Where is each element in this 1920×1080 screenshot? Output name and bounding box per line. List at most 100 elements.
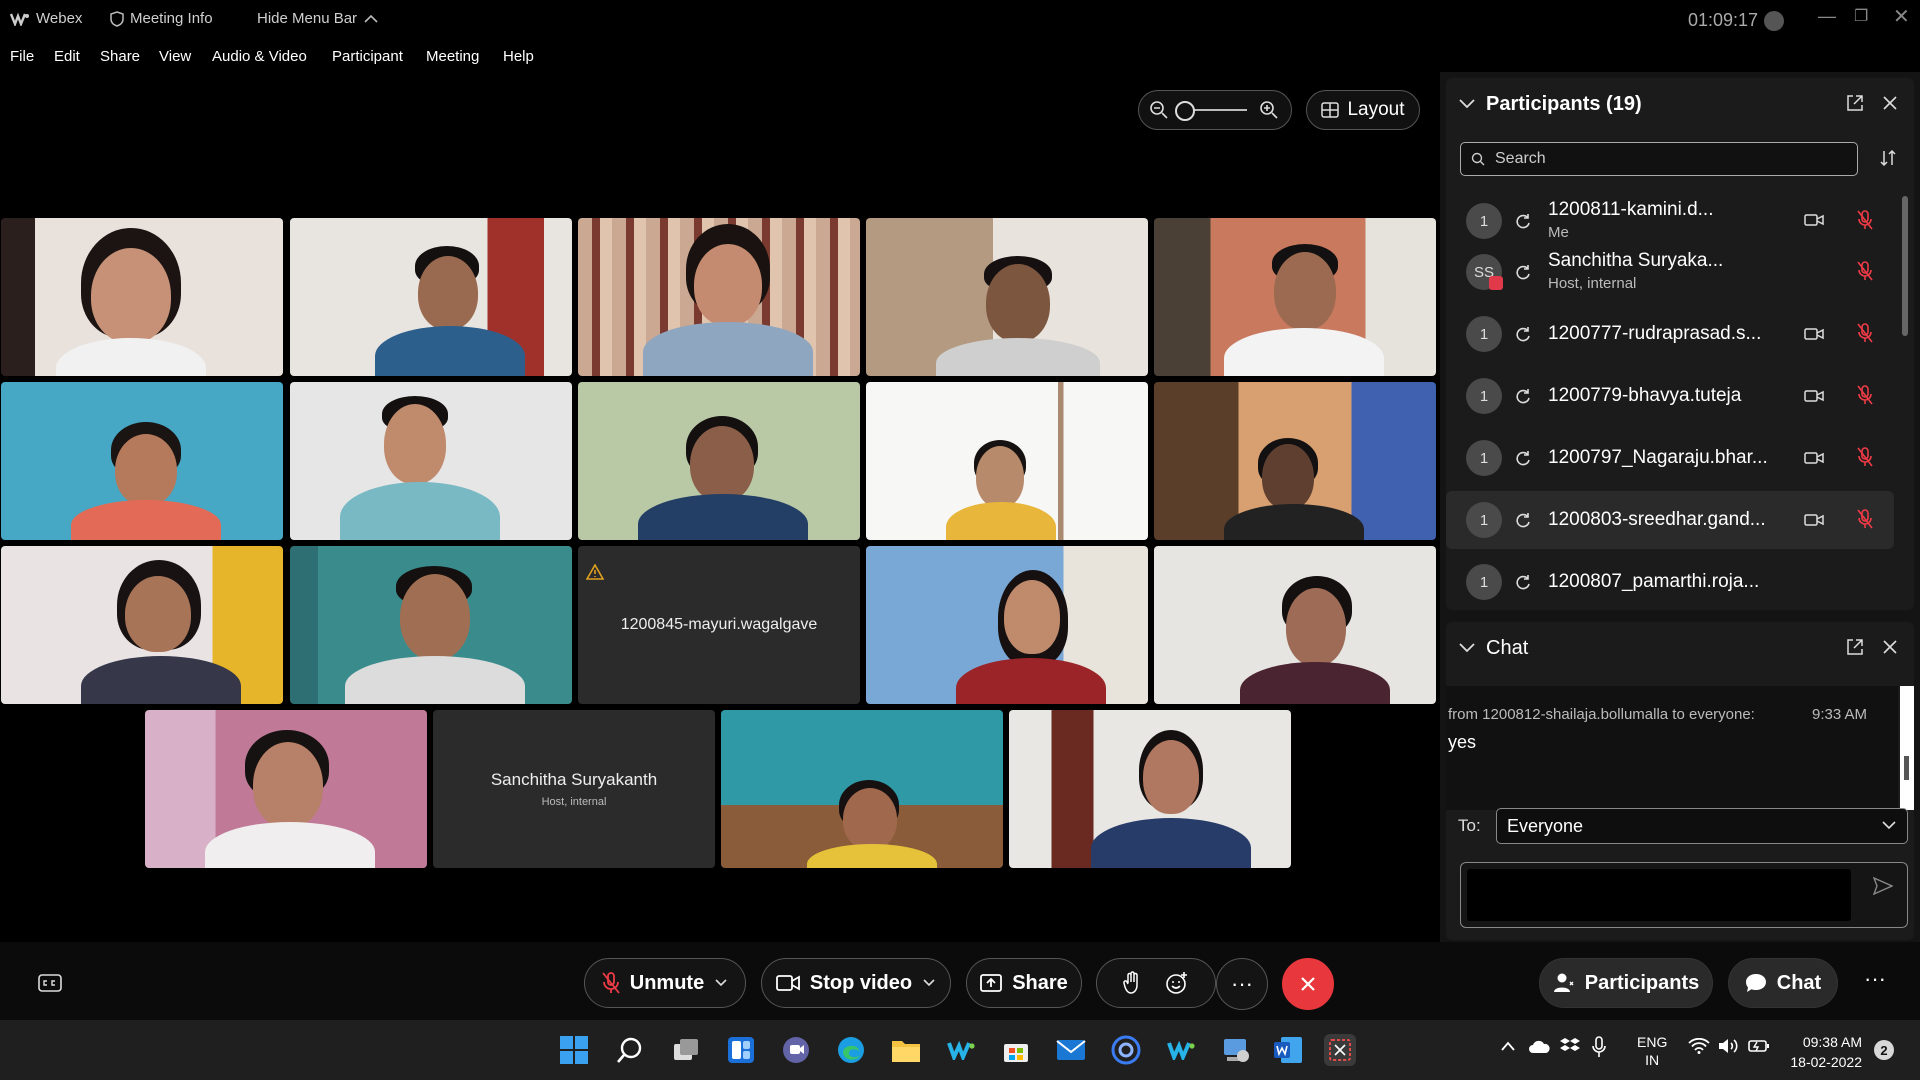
- close-icon[interactable]: [1882, 639, 1898, 655]
- battery-icon[interactable]: [1748, 1038, 1770, 1054]
- video-tile[interactable]: [721, 710, 1003, 868]
- microsoft-store-icon[interactable]: [1000, 1034, 1032, 1066]
- emoji-reaction-icon[interactable]: [1165, 971, 1189, 995]
- title-bar: Webex Meeting Info Hide Menu Bar 01:09:1…: [0, 0, 1920, 42]
- participant-row[interactable]: 1 1200803-sreedhar.gand...: [1446, 491, 1894, 549]
- input-language-indicator[interactable]: ENG IN: [1637, 1033, 1667, 1069]
- unmute-button[interactable]: Unmute: [584, 958, 746, 1008]
- chevron-up-icon[interactable]: [1500, 1040, 1516, 1052]
- video-tile[interactable]: [866, 546, 1148, 704]
- chevron-down-icon[interactable]: [922, 978, 936, 988]
- wifi-icon[interactable]: [1688, 1038, 1710, 1054]
- video-tile[interactable]: [1154, 546, 1436, 704]
- video-tile-avatar-only[interactable]: Sanchitha Suryakanth Host, internal: [433, 710, 715, 868]
- pop-out-icon[interactable]: [1846, 94, 1864, 112]
- snipping-tool-icon[interactable]: [1324, 1034, 1356, 1066]
- participants-search-input[interactable]: Search: [1460, 142, 1858, 176]
- participant-row[interactable]: 1 1200777-rudraprasad.s...: [1446, 305, 1894, 363]
- chat-scrollbar[interactable]: [1900, 686, 1914, 810]
- raise-hand-icon[interactable]: [1123, 971, 1141, 995]
- search-icon[interactable]: [614, 1034, 646, 1066]
- close-window-button[interactable]: ✕: [1893, 4, 1910, 29]
- hide-menu-bar-button[interactable]: Hide Menu Bar: [257, 10, 379, 27]
- browser-app-icon[interactable]: [1110, 1034, 1142, 1066]
- minimize-button[interactable]: —: [1818, 6, 1836, 27]
- edge-browser-icon[interactable]: [835, 1034, 867, 1066]
- menu-share[interactable]: Share: [100, 48, 140, 65]
- participants-toggle-button[interactable]: Participants: [1539, 958, 1713, 1008]
- menu-participant[interactable]: Participant: [332, 48, 403, 65]
- video-tile-avatar-only[interactable]: 1200845-mayuri.wagalgave: [578, 546, 860, 704]
- menu-help[interactable]: Help: [503, 48, 534, 65]
- chat-input-box[interactable]: [1460, 862, 1908, 928]
- chat-recipient-select[interactable]: Everyone: [1496, 808, 1908, 844]
- zoom-in-icon[interactable]: [1259, 100, 1279, 120]
- video-tile[interactable]: [866, 382, 1148, 540]
- video-tile[interactable]: [1, 546, 283, 704]
- share-button[interactable]: Share: [966, 958, 1082, 1008]
- close-icon[interactable]: [1882, 95, 1898, 111]
- video-tile[interactable]: [1154, 218, 1436, 376]
- chat-toggle-button[interactable]: Chat: [1728, 958, 1838, 1008]
- participants-scrollbar[interactable]: [1900, 190, 1910, 600]
- stop-video-button[interactable]: Stop video: [761, 958, 951, 1008]
- pop-out-icon[interactable]: [1846, 638, 1864, 656]
- scrollbar-thumb[interactable]: [1904, 756, 1909, 780]
- system-clock[interactable]: 09:38 AM 18-02-2022: [1782, 1032, 1862, 1072]
- video-tile[interactable]: [1154, 382, 1436, 540]
- menu-view[interactable]: View: [159, 48, 191, 65]
- volume-icon[interactable]: [1718, 1038, 1740, 1054]
- more-panels-button[interactable]: ···: [1864, 966, 1886, 992]
- send-icon[interactable]: [1873, 877, 1893, 895]
- start-icon[interactable]: [558, 1034, 590, 1066]
- webex-taskbar-icon[interactable]: [945, 1034, 977, 1066]
- sort-icon[interactable]: [1878, 148, 1898, 168]
- leave-meeting-button[interactable]: [1282, 958, 1334, 1010]
- video-tile[interactable]: [1, 382, 283, 540]
- onedrive-cloud-icon[interactable]: [1528, 1040, 1550, 1054]
- video-tile[interactable]: [290, 382, 572, 540]
- menu-file[interactable]: File: [10, 48, 34, 65]
- webex-meetings-icon[interactable]: [1165, 1034, 1197, 1066]
- scrollbar-thumb[interactable]: [1902, 196, 1908, 336]
- layout-button[interactable]: Layout: [1306, 90, 1420, 130]
- chevron-down-icon[interactable]: [714, 978, 728, 988]
- video-tile[interactable]: [145, 710, 427, 868]
- participant-row[interactable]: 1 1200811-kamini.d... Me: [1446, 192, 1894, 250]
- dropbox-icon[interactable]: [1560, 1037, 1580, 1055]
- menu-audio-video[interactable]: Audio & Video: [212, 48, 307, 65]
- notification-count-badge[interactable]: 2: [1874, 1040, 1894, 1060]
- zoom-out-icon[interactable]: [1149, 100, 1169, 120]
- microphone-icon[interactable]: [1592, 1036, 1606, 1058]
- app-title: Webex: [10, 10, 82, 27]
- menu-meeting[interactable]: Meeting: [426, 48, 479, 65]
- teams-chat-icon[interactable]: [780, 1034, 812, 1066]
- video-tile[interactable]: [1, 218, 283, 376]
- video-tile[interactable]: [290, 218, 572, 376]
- video-tile[interactable]: [578, 382, 860, 540]
- video-tile[interactable]: [1009, 710, 1291, 868]
- video-tile[interactable]: [290, 546, 572, 704]
- participant-row[interactable]: 1 1200797_Nagaraju.bhar...: [1446, 429, 1894, 487]
- task-view-icon[interactable]: [670, 1034, 702, 1066]
- video-tile[interactable]: [578, 218, 860, 376]
- chat-message-input[interactable]: [1467, 869, 1851, 921]
- participant-row[interactable]: 1 1200807_pamarthi.roja...: [1446, 553, 1894, 604]
- chevron-down-icon[interactable]: [1458, 98, 1476, 110]
- video-tile[interactable]: [866, 218, 1148, 376]
- widgets-icon[interactable]: [725, 1034, 757, 1066]
- chat-messages: from 1200812-shailaja.bollumalla to ever…: [1446, 686, 1898, 810]
- word-icon[interactable]: [1272, 1034, 1304, 1066]
- participant-row[interactable]: SS Sanchitha Suryaka... Host, internal: [1446, 243, 1894, 301]
- meeting-info-button[interactable]: Meeting Info: [110, 10, 213, 27]
- zoom-slider-handle[interactable]: [1175, 101, 1195, 121]
- restore-button[interactable]: ❐: [1854, 6, 1868, 26]
- closed-captions-icon[interactable]: [38, 974, 62, 992]
- participant-row[interactable]: 1 1200779-bhavya.tuteja: [1446, 367, 1894, 425]
- chevron-down-icon[interactable]: [1458, 642, 1476, 654]
- menu-edit[interactable]: Edit: [54, 48, 80, 65]
- mail-icon[interactable]: [1055, 1034, 1087, 1066]
- control-panel-icon[interactable]: [1220, 1034, 1252, 1066]
- more-options-button[interactable]: ···: [1216, 958, 1268, 1010]
- file-explorer-icon[interactable]: [890, 1034, 922, 1066]
